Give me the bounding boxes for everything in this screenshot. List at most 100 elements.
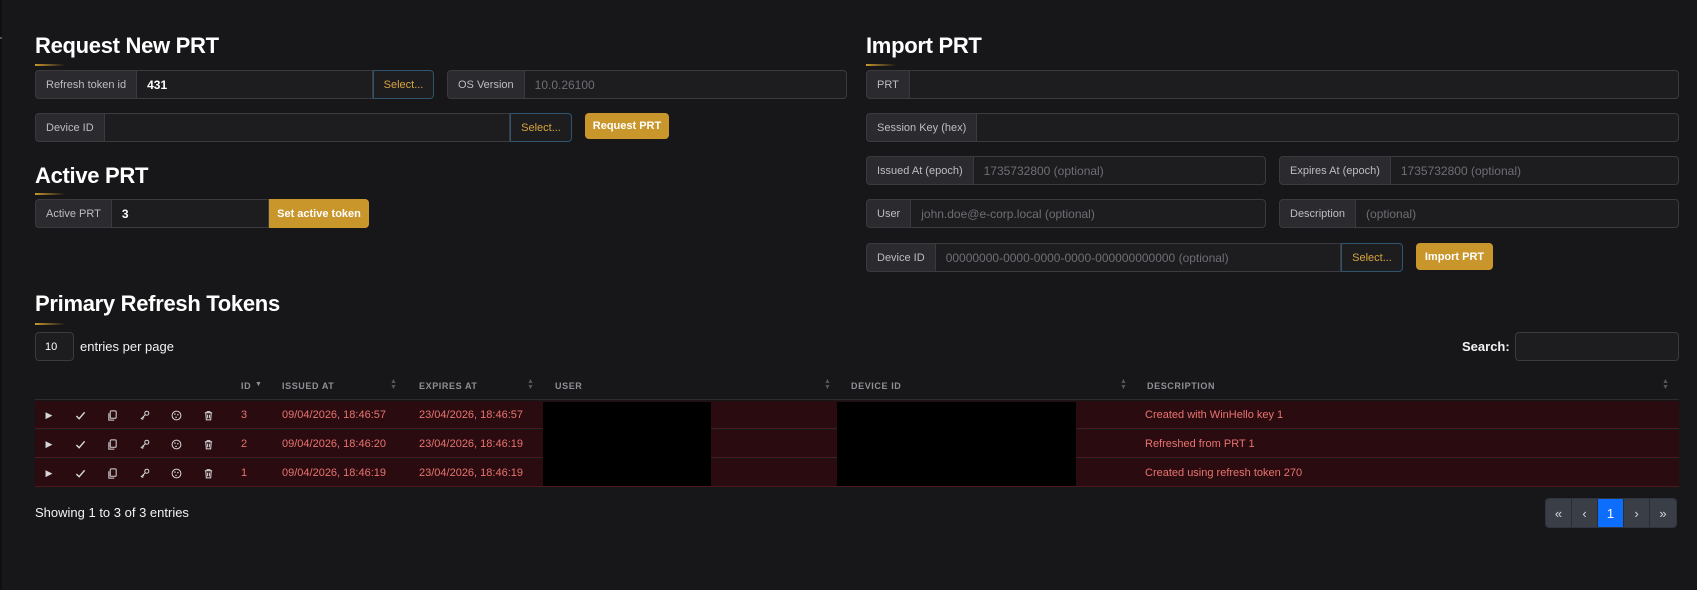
request-prt-button[interactable]: Request PRT xyxy=(585,113,669,139)
prt-input[interactable] xyxy=(908,70,1679,99)
copy-icon[interactable] xyxy=(104,465,120,481)
redacted-user-block xyxy=(543,402,711,486)
trash-icon[interactable] xyxy=(200,436,216,452)
check-icon[interactable] xyxy=(72,465,88,481)
copy-icon[interactable] xyxy=(104,436,120,452)
first-page-button[interactable]: « xyxy=(1546,499,1572,527)
cell-issued-at: 09/04/2026, 18:46:57 xyxy=(282,409,386,421)
showing-entries-text: Showing 1 to 3 of 3 entries xyxy=(35,505,189,520)
play-icon[interactable]: ▶ xyxy=(41,465,57,481)
prev-page-button[interactable]: ‹ xyxy=(1572,499,1598,527)
active-prt-label: Active PRT xyxy=(35,199,111,228)
check-icon[interactable] xyxy=(72,436,88,452)
column-header-issued-at[interactable]: ISSUED AT xyxy=(282,381,334,391)
cookie-icon[interactable] xyxy=(168,407,184,423)
next-page-button[interactable]: › xyxy=(1624,499,1650,527)
trash-icon[interactable] xyxy=(200,407,216,423)
sort-desc-icon: ▼ xyxy=(255,381,262,388)
column-header-user[interactable]: USER xyxy=(555,381,582,391)
left-edge-border xyxy=(0,0,2,590)
key-icon[interactable] xyxy=(136,465,152,481)
import-device-id-select-button[interactable]: Select... xyxy=(1341,243,1403,272)
prt-group: PRT xyxy=(866,70,1679,99)
refresh-token-input[interactable]: 431 xyxy=(136,70,373,99)
prt-label: PRT xyxy=(866,70,909,99)
key-icon[interactable] xyxy=(136,407,152,423)
refresh-token-label: Refresh token id xyxy=(35,70,137,99)
play-icon[interactable]: ▶ xyxy=(41,407,57,423)
pagination: « ‹ 1 › » xyxy=(1545,498,1677,528)
cell-description: Created using refresh token 270 xyxy=(1145,467,1303,479)
request-prt-title: Request New PRT xyxy=(35,33,219,58)
import-prt-button[interactable]: Import PRT xyxy=(1416,243,1493,270)
user-label: User xyxy=(866,199,911,228)
sort-icon: ▲ ▼ xyxy=(390,378,397,391)
set-active-token-button[interactable]: Set active token xyxy=(269,199,369,228)
check-icon[interactable] xyxy=(72,407,88,423)
os-version-group: OS Version 10.0.26100 xyxy=(447,70,847,99)
active-prt-title: Active PRT xyxy=(35,163,149,188)
session-key-input[interactable] xyxy=(976,113,1679,142)
device-id-label: Device ID xyxy=(35,113,104,142)
cell-description: Refreshed from PRT 1 xyxy=(1145,438,1255,450)
device-id-input[interactable] xyxy=(103,113,510,142)
last-page-button[interactable]: » xyxy=(1650,499,1676,527)
import-device-id-input[interactable]: 00000000-0000-0000-0000-000000000000 (op… xyxy=(934,243,1341,272)
column-header-device-id[interactable]: DEVICE ID xyxy=(851,381,901,391)
os-version-label: OS Version xyxy=(447,70,524,99)
issued-at-input[interactable]: 1735732800 (optional) xyxy=(972,156,1266,185)
search-label: Search: xyxy=(1462,339,1510,354)
cell-id: 2 xyxy=(241,438,248,450)
title-underline xyxy=(866,64,896,66)
cell-id: 1 xyxy=(241,467,248,479)
expires-at-input[interactable]: 1735732800 (optional) xyxy=(1389,156,1679,185)
active-prt-input[interactable]: 3 xyxy=(110,199,269,228)
request-device-id-group: Device ID Select... xyxy=(35,113,572,142)
key-icon[interactable] xyxy=(136,436,152,452)
sort-icon: ▲ ▼ xyxy=(1662,378,1669,391)
title-underline xyxy=(35,323,65,325)
refresh-token-select-button[interactable]: Select... xyxy=(373,70,434,99)
column-header-expires-at[interactable]: EXPIRES AT xyxy=(419,381,478,391)
title-underline xyxy=(35,193,65,195)
column-header-id[interactable]: ID xyxy=(241,381,251,391)
active-prt-group: Active PRT 3 Set active token xyxy=(35,199,369,228)
cell-expires-at: 23/04/2026, 18:46:19 xyxy=(419,438,523,450)
user-input[interactable]: john.doe@e-corp.local (optional) xyxy=(910,199,1266,228)
import-device-id-label: Device ID xyxy=(866,243,935,272)
issued-at-group: Issued At (epoch) 1735732800 (optional) xyxy=(866,156,1266,185)
cookie-icon[interactable] xyxy=(168,436,184,452)
issued-at-label: Issued At (epoch) xyxy=(866,156,973,185)
page-1-button[interactable]: 1 xyxy=(1598,499,1624,527)
cell-id: 3 xyxy=(241,409,248,421)
description-group: Description (optional) xyxy=(1279,199,1679,228)
description-label: Description xyxy=(1279,199,1356,228)
play-icon[interactable]: ▶ xyxy=(41,436,57,452)
redacted-device-id-block xyxy=(837,402,1076,486)
session-key-label: Session Key (hex) xyxy=(866,113,977,142)
table-header: ID ▼ ISSUED AT ▲ ▼ EXPIRES AT ▲ ▼ USER ▲ ▼ … xyxy=(35,372,1679,400)
refresh-token-group: Refresh token id 431 Select... xyxy=(35,70,434,99)
sort-icon: ▲ ▼ xyxy=(527,378,534,391)
cookie-icon[interactable] xyxy=(168,465,184,481)
description-input[interactable]: (optional) xyxy=(1355,199,1679,228)
title-underline xyxy=(35,64,65,66)
expires-at-group: Expires At (epoch) 1735732800 (optional) xyxy=(1279,156,1679,185)
copy-icon[interactable] xyxy=(104,407,120,423)
cell-issued-at: 09/04/2026, 18:46:19 xyxy=(282,467,386,479)
cell-expires-at: 23/04/2026, 18:46:19 xyxy=(419,467,523,479)
search-input[interactable] xyxy=(1515,332,1679,361)
session-key-group: Session Key (hex) xyxy=(866,113,1679,142)
column-header-description[interactable]: DESCRIPTION xyxy=(1147,381,1215,391)
entries-per-page-label: entries per page xyxy=(80,339,174,354)
import-prt-title: Import PRT xyxy=(866,33,982,58)
device-id-select-button[interactable]: Select... xyxy=(510,113,572,142)
cell-description: Created with WinHello key 1 xyxy=(1145,409,1284,421)
sort-icon: ▲ ▼ xyxy=(1120,378,1127,391)
import-device-id-group: Device ID 00000000-0000-0000-0000-000000… xyxy=(866,243,1403,272)
os-version-input[interactable]: 10.0.26100 xyxy=(523,70,847,99)
page-size-select[interactable]: 10 xyxy=(35,332,74,361)
expires-at-label: Expires At (epoch) xyxy=(1279,156,1390,185)
trash-icon[interactable] xyxy=(200,465,216,481)
sort-icon: ▲ ▼ xyxy=(824,378,831,391)
